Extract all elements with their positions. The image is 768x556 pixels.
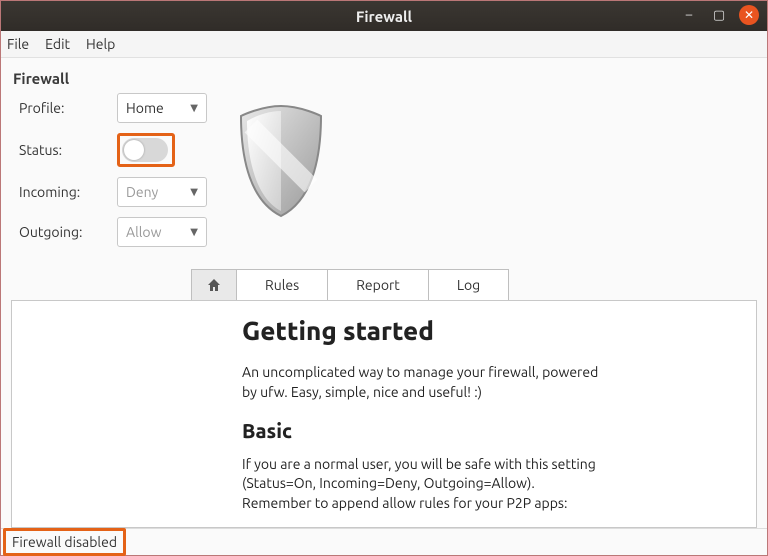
chevron-down-icon: ▼ xyxy=(190,226,198,238)
maximize-button[interactable]: ▢ xyxy=(709,5,729,25)
window-title: Firewall xyxy=(356,8,412,25)
outgoing-value: Allow xyxy=(126,224,161,240)
status-highlight xyxy=(117,133,175,167)
incoming-value: Deny xyxy=(126,184,158,200)
minimize-button[interactable]: – xyxy=(679,5,699,25)
status-toggle[interactable] xyxy=(122,138,168,162)
profile-select[interactable]: Home ▼ xyxy=(117,93,207,123)
content-area: Firewall Profile: Home ▼ Status: Incomin… xyxy=(1,58,767,528)
close-button[interactable]: ✕ xyxy=(739,5,759,25)
doc-intro: An uncomplicated way to manage your fire… xyxy=(242,363,602,402)
status-text: Firewall disabled xyxy=(12,534,117,550)
profile-value: Home xyxy=(126,100,164,116)
status-label: Status: xyxy=(19,142,109,158)
doc-basic: If you are a normal user, you will be sa… xyxy=(242,455,602,514)
tab-home[interactable] xyxy=(191,269,237,300)
doc-heading: Getting started xyxy=(242,313,756,349)
menu-bar: File Edit Help xyxy=(1,31,767,58)
incoming-label: Incoming: xyxy=(19,184,109,200)
incoming-select[interactable]: Deny ▼ xyxy=(117,177,207,207)
title-bar: Firewall – ▢ ✕ xyxy=(1,1,767,31)
status-highlight-bottom: Firewall disabled xyxy=(3,528,126,556)
window-controls: – ▢ ✕ xyxy=(679,5,759,25)
section-header: Firewall xyxy=(13,70,767,87)
toggle-knob xyxy=(124,140,144,160)
outgoing-select[interactable]: Allow ▼ xyxy=(117,217,207,247)
tab-report[interactable]: Report xyxy=(327,269,429,300)
menu-file[interactable]: File xyxy=(7,36,29,52)
outgoing-label: Outgoing: xyxy=(19,224,109,240)
chevron-down-icon: ▼ xyxy=(190,186,198,198)
menu-help[interactable]: Help xyxy=(86,36,115,52)
profile-label: Profile: xyxy=(19,100,109,116)
doc-subheading: Basic xyxy=(242,417,756,445)
shield-icon xyxy=(231,101,331,224)
tab-strip: Rules Report Log xyxy=(191,269,767,300)
home-icon xyxy=(206,277,222,293)
settings-form: Profile: Home ▼ Status: Incoming: Deny ▼… xyxy=(19,93,767,247)
firewall-window: Firewall – ▢ ✕ File Edit Help Firewall P… xyxy=(0,0,768,556)
tab-log[interactable]: Log xyxy=(428,269,509,300)
getting-started-doc: Getting started An uncomplicated way to … xyxy=(12,301,756,513)
status-row xyxy=(117,133,207,167)
menu-edit[interactable]: Edit xyxy=(45,36,70,52)
tab-rules[interactable]: Rules xyxy=(236,269,328,300)
chevron-down-icon: ▼ xyxy=(190,102,198,114)
status-bar: Firewall disabled xyxy=(1,528,767,555)
main-pane: Getting started An uncomplicated way to … xyxy=(11,300,757,528)
